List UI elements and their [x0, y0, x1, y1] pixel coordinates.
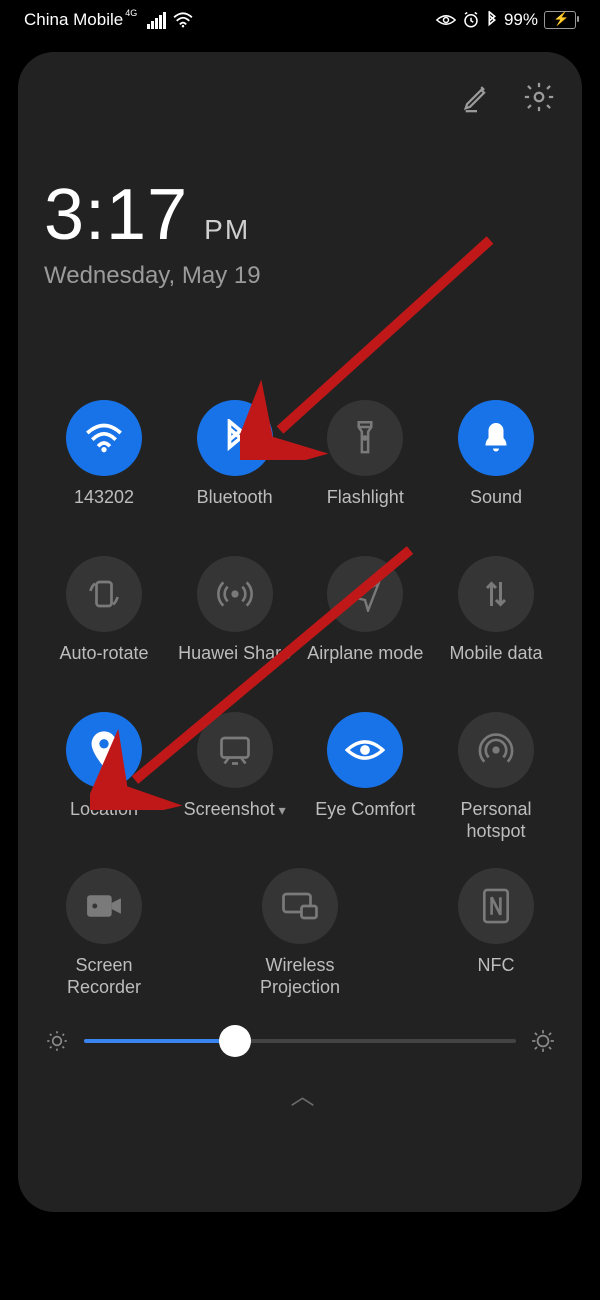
recorder-icon	[66, 868, 142, 944]
toggle-label: Airplane mode	[307, 642, 423, 686]
toggle-eyecomfort[interactable]: Eye Comfort	[305, 712, 425, 842]
wifi-icon	[66, 400, 142, 476]
ampm-text: PM	[204, 214, 250, 246]
toggle-label: Wireless Projection	[240, 954, 360, 998]
screenshot-icon	[197, 712, 273, 788]
toggle-label: NFC	[478, 954, 515, 998]
toggle-label: Sound	[470, 486, 522, 530]
toggle-label: Eye Comfort	[315, 798, 415, 842]
toggle-sound[interactable]: Sound	[436, 400, 556, 530]
status-bar: China Mobile 4G 99% ⚡	[0, 0, 600, 40]
location-icon	[66, 712, 142, 788]
time-text: 3:17	[44, 174, 188, 256]
toggle-screenshot[interactable]: Screenshot	[175, 712, 295, 842]
edit-icon[interactable]	[460, 80, 494, 114]
toggle-label: Huawei Share	[178, 642, 291, 686]
brightness-slider[interactable]	[84, 1039, 516, 1043]
alarm-icon	[462, 11, 480, 29]
toggle-location[interactable]: Location	[44, 712, 164, 842]
network-indicator: 4G	[125, 8, 137, 18]
toggle-label: Auto-rotate	[59, 642, 148, 686]
projection-icon	[262, 868, 338, 944]
toggle-projection[interactable]: Wireless Projection	[240, 868, 360, 998]
gear-icon[interactable]	[522, 80, 556, 114]
carrier-name: China Mobile	[24, 10, 123, 30]
wifi-icon	[172, 12, 194, 28]
toggle-label: Screen Recorder	[44, 954, 164, 998]
toggle-label: Screenshot	[184, 798, 286, 842]
toggle-nfc[interactable]: NFC	[436, 868, 556, 998]
eye-icon	[436, 13, 456, 27]
flashlight-icon	[327, 400, 403, 476]
toggle-airplane[interactable]: Airplane mode	[305, 556, 425, 686]
toggle-label: Personal hotspot	[436, 798, 556, 842]
toggle-flashlight[interactable]: Flashlight	[305, 400, 425, 530]
toggle-label: Bluetooth	[197, 486, 273, 530]
bluetooth-icon	[197, 400, 273, 476]
hotspot-icon	[458, 712, 534, 788]
battery-percent: 99%	[504, 10, 538, 30]
toggle-label: 143202	[74, 486, 134, 530]
date-text: Wednesday, May 19	[44, 262, 556, 290]
bluetooth-icon	[486, 11, 498, 29]
toggle-bluetooth[interactable]: Bluetooth	[175, 400, 295, 530]
drag-handle-icon[interactable]: ︿	[44, 1076, 556, 1111]
brightness-high-icon	[530, 1028, 556, 1054]
quick-settings-panel: 3:17 PM Wednesday, May 19 143202 Bluetoot…	[18, 52, 582, 1212]
clock: 3:17 PM	[44, 174, 556, 256]
toggle-wifi[interactable]: 143202	[44, 400, 164, 530]
brightness-low-icon	[44, 1028, 70, 1054]
toggle-label: Location	[70, 798, 138, 842]
toggle-label: Flashlight	[327, 486, 404, 530]
nfc-icon	[458, 868, 534, 944]
toggle-autorotate[interactable]: Auto-rotate	[44, 556, 164, 686]
brightness-row	[44, 1028, 556, 1054]
signal-icon	[147, 12, 166, 29]
toggle-label: Mobile data	[449, 642, 542, 686]
battery-icon: ⚡	[544, 11, 576, 29]
toggle-mobiledata[interactable]: Mobile data	[436, 556, 556, 686]
toggle-hotspot[interactable]: Personal hotspot	[436, 712, 556, 842]
sound-icon	[458, 400, 534, 476]
autorotate-icon	[66, 556, 142, 632]
toggle-recorder[interactable]: Screen Recorder	[44, 868, 164, 998]
toggle-huaweishare[interactable]: Huawei Share	[175, 556, 295, 686]
toggle-grid: 143202 Bluetooth Flashlight Sound Auto-rotat…	[44, 400, 556, 998]
mobiledata-icon	[458, 556, 534, 632]
huaweishare-icon	[197, 556, 273, 632]
eyecomfort-icon	[327, 712, 403, 788]
airplane-icon	[327, 556, 403, 632]
